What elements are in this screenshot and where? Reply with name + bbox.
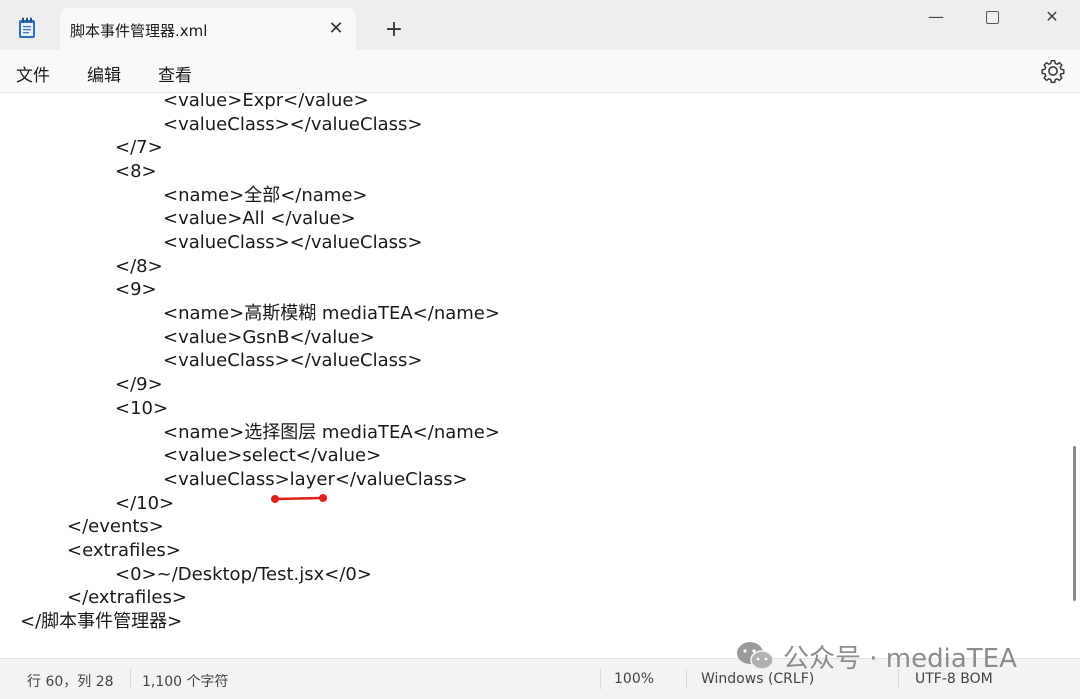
maximize-icon [985,11,999,24]
minimize-button[interactable]: — [906,0,966,36]
text-line: </脚本事件管理器> [20,611,183,632]
text-line: <10> [115,398,169,419]
gear-icon[interactable] [1040,58,1066,84]
watermark-text: 公众号 · mediaTEA [783,644,1017,674]
menu-edit[interactable]: 编辑 [87,61,121,86]
text-line: <8> [115,161,157,182]
text-editor[interactable]: <value>Expr</value> <valueClass></valueC… [0,93,1080,658]
zoom-level[interactable]: 100% [614,671,654,687]
text-line: </events> [67,516,164,537]
text-line: </8> [115,256,163,277]
text-line: <valueClass>layer</valueClass> [163,469,468,490]
maximize-button[interactable] [962,0,1022,36]
text-line: <valueClass></valueClass> [163,350,423,371]
text-line: <9> [115,279,157,300]
text-line: </9> [115,374,163,395]
menu-file[interactable]: 文件 [16,61,50,86]
text-line: </10> [115,493,175,514]
tab-close-button[interactable]: ✕ [322,16,350,42]
text-line: <value>GsnB</value> [163,327,375,348]
text-line: <0>~/Desktop/Test.jsx</0> [115,564,372,585]
status-divider [130,669,131,689]
character-count: 1,100 个字符 [142,674,229,690]
text-line: <value>All </value> [163,208,356,229]
text-line: <valueClass></valueClass> [163,114,423,135]
tab-title: 脚本事件管理器.xml [70,22,208,40]
tab-file[interactable]: 脚本事件管理器.xml ✕ [60,8,356,50]
notepad-icon [19,17,35,38]
status-divider [600,669,601,689]
text-line: <name>选择图层 mediaTEA</name> [163,422,500,443]
text-line: <name>全部</name> [163,185,368,206]
red-underline-annotation [271,494,327,503]
vertical-scrollbar[interactable] [1073,446,1076,601]
text-line: <name>高斯模糊 mediaTEA</name> [163,303,500,324]
text-line: <valueClass></valueClass> [163,232,423,253]
text-line: </extrafiles> [67,587,187,608]
cursor-position: 行 60，列 28 [27,674,114,690]
close-window-button[interactable]: ✕ [1022,0,1080,36]
text-line: <extrafiles> [67,540,181,561]
status-divider [686,669,687,689]
text-line: <value>Expr</value> [163,93,369,111]
menu-bar: 文件 编辑 查看 [0,50,1080,93]
wechat-icon [737,642,774,670]
title-bar: 脚本事件管理器.xml ✕ + — ✕ [0,0,1080,50]
menu-view[interactable]: 查看 [158,61,192,86]
text-line: </7> [115,137,163,158]
text-line: <value>select</value> [163,445,382,466]
new-tab-button[interactable]: + [378,16,410,44]
